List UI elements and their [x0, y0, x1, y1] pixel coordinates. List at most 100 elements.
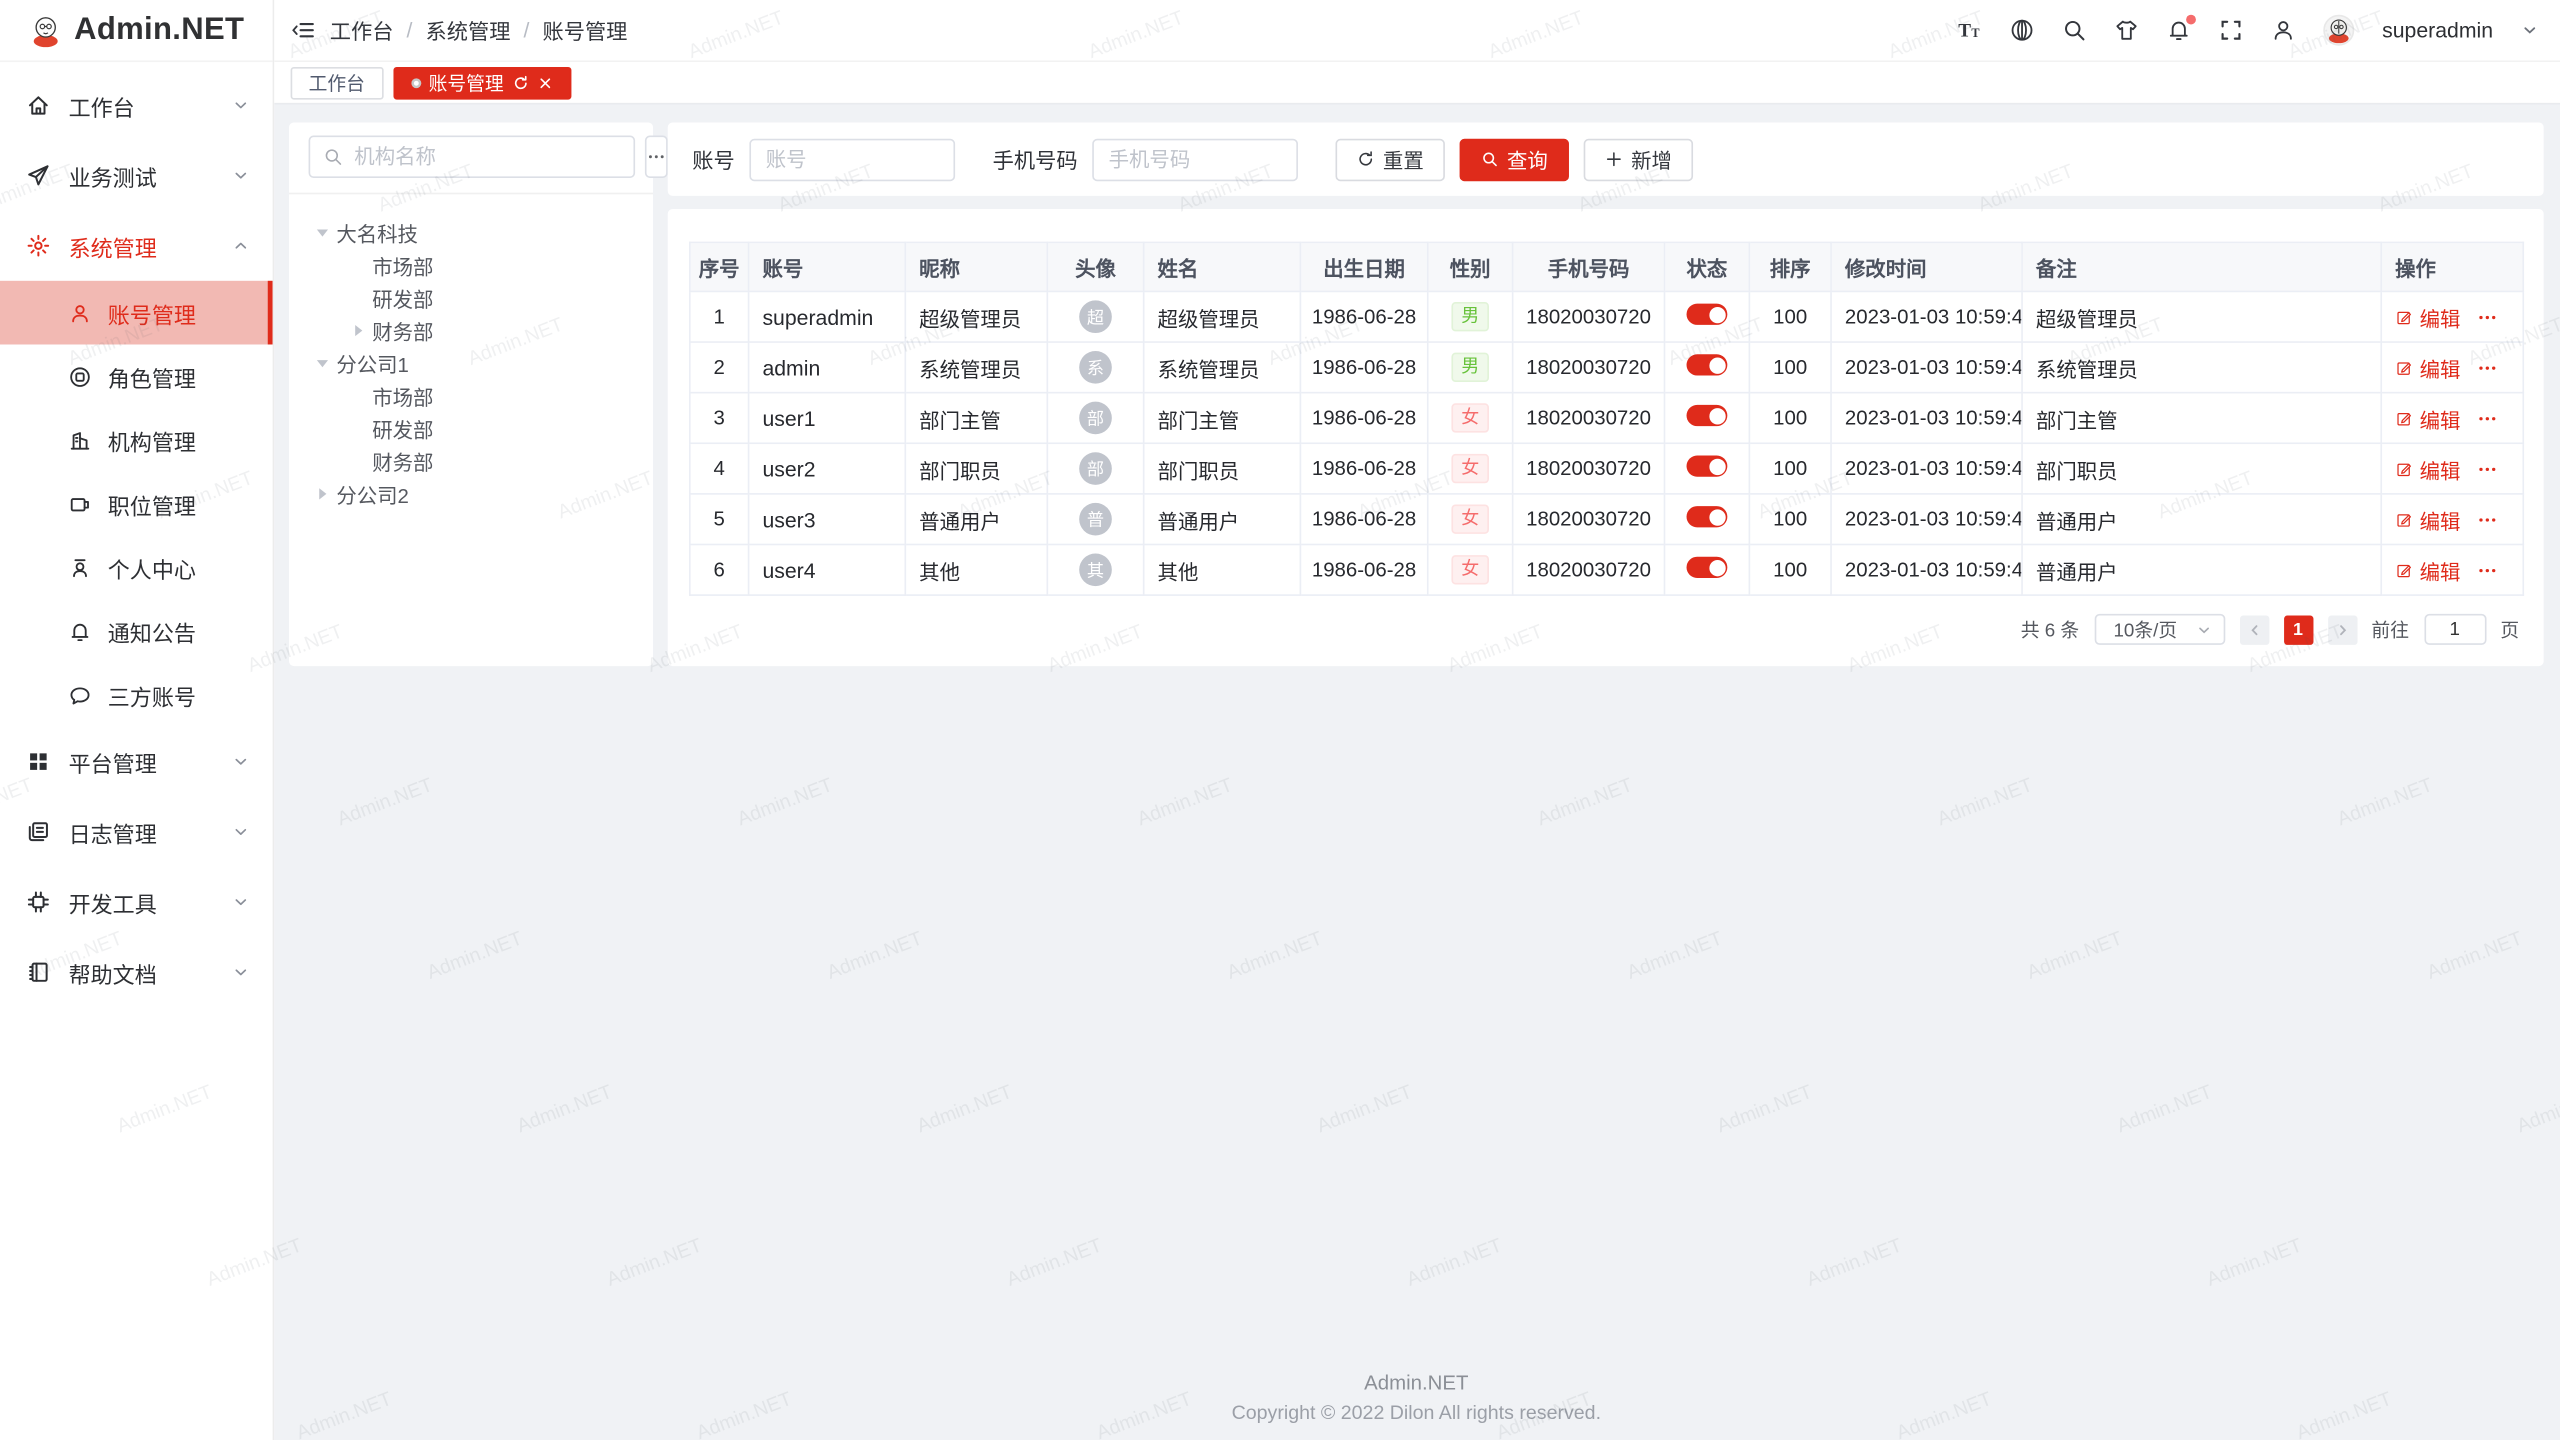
user-icon — [69, 301, 92, 324]
tree-node[interactable]: 市场部 — [309, 379, 634, 412]
column-header: 头像 — [1047, 242, 1143, 291]
tree-node[interactable]: 财务部 — [309, 313, 634, 346]
tab-workbench[interactable]: 工作台 — [291, 66, 383, 99]
tree-node[interactable]: 研发部 — [309, 281, 634, 314]
edit-button[interactable]: 编辑 — [2395, 453, 2460, 484]
edit-icon — [2395, 510, 2413, 528]
sidebar-item-platform-manage[interactable]: 平台管理 — [0, 727, 273, 797]
status-toggle[interactable] — [1687, 557, 1728, 578]
tree-node[interactable]: 大名科技 — [309, 216, 634, 249]
column-header: 排序 — [1749, 242, 1831, 291]
breadcrumb-item[interactable]: 工作台 — [330, 15, 394, 46]
prev-page-button[interactable] — [2239, 615, 2268, 644]
cell-gender: 女 — [1428, 494, 1513, 545]
cell-operations: 编辑 — [2381, 393, 2523, 444]
row-more-button[interactable] — [2477, 559, 2498, 580]
tree-more-button[interactable] — [645, 136, 668, 178]
cell-modified-time: 2023-01-03 10:59:44 — [1831, 393, 2022, 444]
sidebar-item-business-test[interactable]: 业务测试 — [0, 140, 273, 210]
tab-account-manage[interactable]: 账号管理 — [393, 66, 571, 99]
cell-modified-time: 2023-01-03 10:59:44 — [1831, 342, 2022, 393]
top-header: 工作台/系统管理/账号管理 T T — [274, 0, 2560, 62]
sidebar-item-role-manage[interactable]: 角色管理 — [0, 344, 273, 408]
tab-label: 工作台 — [309, 69, 365, 95]
tree-node[interactable]: 分公司2 — [309, 477, 634, 510]
org-icon — [69, 429, 92, 452]
add-button[interactable]: 新增 — [1584, 138, 1693, 180]
sidebar-item-workbench[interactable]: 工作台 — [0, 70, 273, 140]
edit-button[interactable]: 编辑 — [2395, 352, 2460, 383]
tree-node-label: 分公司2 — [336, 478, 409, 509]
sidebar-item-account-manage[interactable]: 账号管理 — [0, 281, 273, 345]
cell-avatar: 部 — [1047, 393, 1143, 444]
reset-button[interactable]: 重置 — [1336, 138, 1445, 180]
gender-tag: 女 — [1451, 555, 1489, 585]
goto-page-input[interactable] — [2424, 614, 2486, 645]
table-row: 1superadmin超级管理员超超级管理员1986-06-28男1802003… — [690, 291, 2523, 342]
search-icon[interactable] — [2062, 18, 2086, 42]
cell-avatar: 系 — [1047, 342, 1143, 393]
row-more-button[interactable] — [2477, 306, 2498, 327]
row-more-button[interactable] — [2477, 509, 2498, 530]
row-more-button[interactable] — [2477, 357, 2498, 378]
sidebar-item-system-manage[interactable]: 系统管理 — [0, 211, 273, 281]
sidebar-item-dev-tools[interactable]: 开发工具 — [0, 867, 273, 937]
tree-node[interactable]: 研发部 — [309, 411, 634, 444]
main-area: 工作台/系统管理/账号管理 T T — [274, 0, 2560, 1440]
font-size-icon[interactable]: T T — [1958, 18, 1982, 42]
sidebar-item-position-manage[interactable]: 职位管理 — [0, 472, 273, 536]
cell-remark: 系统管理员 — [2022, 342, 2381, 393]
language-icon[interactable] — [2010, 18, 2034, 42]
current-page[interactable]: 1 — [2283, 615, 2312, 644]
tree-node[interactable]: 财务部 — [309, 444, 634, 477]
page-size-select[interactable]: 10条/页 — [2094, 614, 2225, 645]
status-toggle[interactable] — [1687, 405, 1728, 426]
cell-index: 5 — [690, 494, 749, 545]
menu-fold-icon[interactable] — [291, 18, 315, 42]
edit-button[interactable]: 编辑 — [2395, 504, 2460, 535]
breadcrumb-item[interactable]: 系统管理 — [426, 15, 511, 46]
tree-node[interactable]: 分公司1 — [309, 346, 634, 379]
status-toggle[interactable] — [1687, 354, 1728, 375]
cell-index: 4 — [690, 443, 749, 494]
sidebar-item-org-manage[interactable]: 机构管理 — [0, 408, 273, 472]
notification-bell[interactable] — [2167, 18, 2191, 42]
row-more-button[interactable] — [2477, 407, 2498, 428]
tree-node[interactable]: 市场部 — [309, 248, 634, 281]
row-more-button[interactable] — [2477, 458, 2498, 479]
edit-button[interactable]: 编辑 — [2395, 402, 2460, 433]
cell-index: 3 — [690, 393, 749, 444]
user-menu-chevron-icon[interactable] — [2521, 21, 2539, 39]
cell-status — [1664, 544, 1749, 595]
cell-remark: 部门职员 — [2022, 443, 2381, 494]
caret-down — [312, 221, 333, 242]
next-page-button[interactable] — [2327, 615, 2356, 644]
status-toggle[interactable] — [1687, 456, 1728, 477]
fullscreen-icon[interactable] — [2219, 18, 2243, 42]
sidebar-item-log-manage[interactable]: 日志管理 — [0, 797, 273, 867]
query-button[interactable]: 查询 — [1460, 138, 1569, 180]
sidebar-item-thirdparty-account[interactable]: 三方账号 — [0, 663, 273, 727]
sidebar-item-personal-center[interactable]: 个人中心 — [0, 536, 273, 600]
refresh-icon — [1357, 150, 1375, 168]
user-avatar[interactable] — [2323, 15, 2354, 46]
status-toggle[interactable] — [1687, 506, 1728, 527]
phone-filter-input[interactable] — [1092, 138, 1298, 180]
theme-icon[interactable] — [2114, 18, 2138, 42]
tools-icon — [26, 890, 50, 914]
home-icon — [26, 93, 50, 117]
sidebar-item-notice[interactable]: 通知公告 — [0, 599, 273, 663]
cell-avatar: 普 — [1047, 494, 1143, 545]
account-filter-input[interactable] — [749, 138, 955, 180]
profile-icon[interactable] — [2271, 18, 2295, 42]
status-toggle[interactable] — [1687, 304, 1728, 325]
grid-icon — [26, 749, 50, 773]
breadcrumb-item[interactable]: 账号管理 — [542, 15, 627, 46]
username[interactable]: superadmin — [2382, 18, 2493, 42]
edit-button[interactable]: 编辑 — [2395, 301, 2460, 332]
edit-button[interactable]: 编辑 — [2395, 554, 2460, 585]
org-search-input[interactable] — [351, 144, 620, 170]
cell-modified-time: 2023-01-03 10:59:44 — [1831, 443, 2022, 494]
sidebar-item-help-docs[interactable]: 帮助文档 — [0, 937, 273, 1007]
cell-remark: 普通用户 — [2022, 494, 2381, 545]
